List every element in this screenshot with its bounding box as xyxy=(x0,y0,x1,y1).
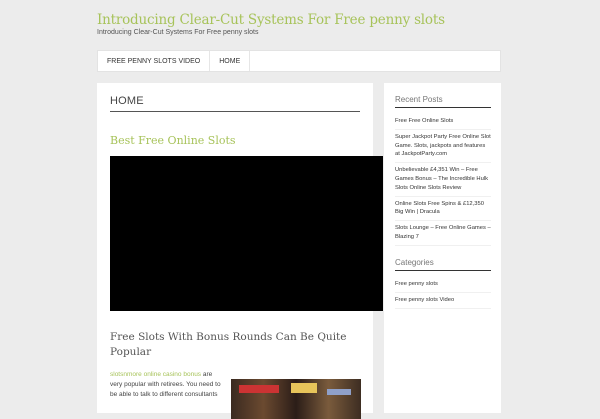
recent-post-item[interactable]: Online Slots Free Spins & £12,350 Big Wi… xyxy=(395,197,491,222)
site-title[interactable]: Introducing Clear-Cut Systems For Free p… xyxy=(97,12,445,28)
recent-post-item[interactable]: Unbelievable £4,351 Win – Free Games Bon… xyxy=(395,163,491,197)
nav-item-home[interactable]: HOME xyxy=(210,51,251,71)
main-nav: FREE PENNY SLOTS VIDEO HOME xyxy=(97,50,501,72)
page-title: HOME xyxy=(110,95,360,112)
categories-heading: Categories xyxy=(395,258,491,271)
site-description: Introducing Clear-Cut Systems For Free p… xyxy=(97,29,259,36)
video-player[interactable] xyxy=(110,156,383,311)
recent-posts-heading: Recent Posts xyxy=(395,95,491,108)
recent-post-item[interactable]: Slots Lounge – Free Online Games – Blazi… xyxy=(395,221,491,246)
post-body-text: slotsnmore online casino bonus are very … xyxy=(110,370,222,400)
casino-bonus-link[interactable]: slotsnmore online casino bonus xyxy=(110,371,201,378)
nav-item-free-penny-slots-video[interactable]: FREE PENNY SLOTS VIDEO xyxy=(98,51,211,71)
categories-list: Free penny slots Free penny slots Video xyxy=(395,277,491,309)
recent-post-item[interactable]: Super Jackpot Party Free Online Slot Gam… xyxy=(395,130,491,164)
post-heading: Free Slots With Bonus Rounds Can Be Quit… xyxy=(110,331,347,358)
recent-post-item[interactable]: Free Free Online Slots xyxy=(395,114,491,130)
post-title-link[interactable]: Best Free Online Slots xyxy=(110,134,236,147)
slot-machine-image xyxy=(231,379,361,419)
category-item[interactable]: Free penny slots xyxy=(395,277,491,293)
recent-posts-list: Free Free Online Slots Super Jackpot Par… xyxy=(395,114,491,246)
main-content: HOME Best Free Online Slots Free Slots W… xyxy=(97,83,383,419)
category-item[interactable]: Free penny slots Video xyxy=(395,293,491,309)
sidebar: Recent Posts Free Free Online Slots Supe… xyxy=(384,83,501,413)
